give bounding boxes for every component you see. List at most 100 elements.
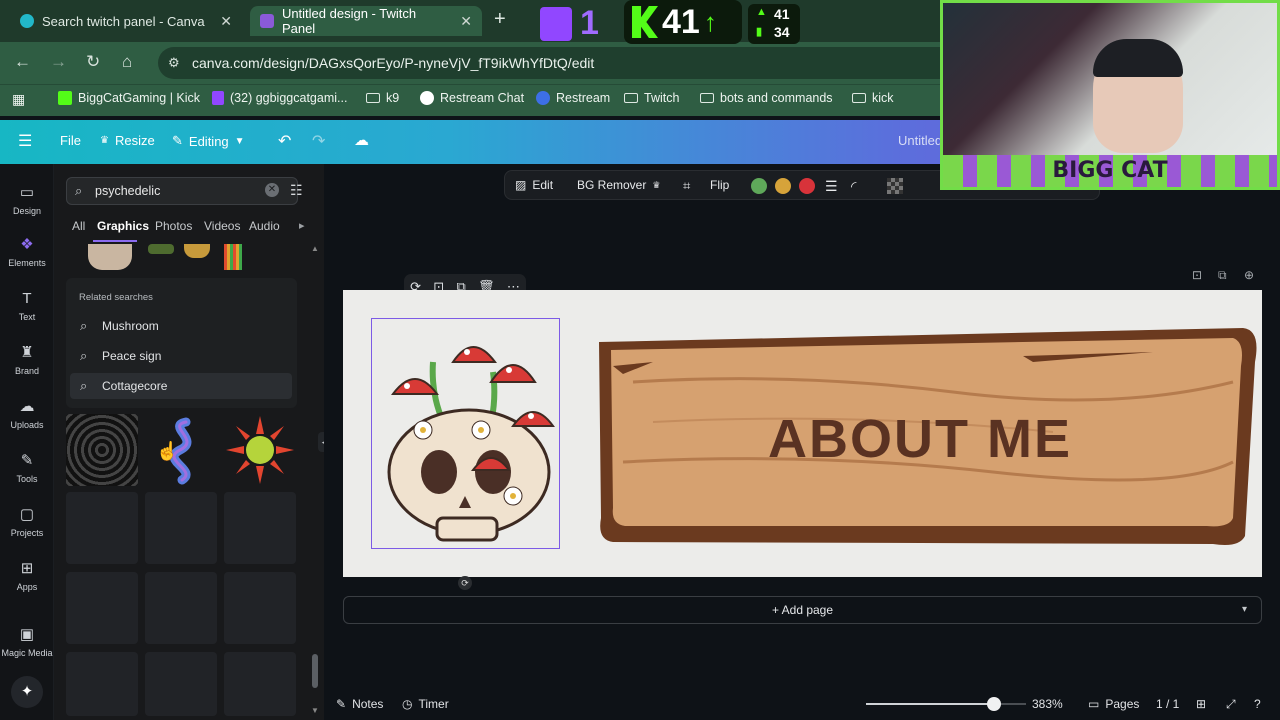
magic-assistant-icon[interactable]: ✦ [11,676,43,708]
redo-icon[interactable]: ↷ [312,131,325,151]
graphic-thumbnail-placeholder[interactable] [224,572,296,644]
grid-view-icon[interactable]: ⊞ [1196,697,1206,711]
edit-image-button[interactable]: ▨ Edit [515,178,553,192]
tab-all[interactable]: All [72,219,85,233]
close-tab-icon[interactable]: ✕ [460,13,472,30]
tab-graphics[interactable]: Graphics [97,219,149,233]
home-icon[interactable]: ⌂ [122,52,132,72]
bg-remover-button[interactable]: BG Remover ♛ [577,178,660,192]
about-me-heading[interactable]: ABOUT ME [768,408,1072,470]
forward-icon[interactable]: → [50,52,67,72]
graphic-thumbnail-placeholder[interactable] [66,652,138,716]
pencil-icon: ✎ [172,133,183,148]
graphic-thumbnail-placeholder[interactable] [66,572,138,644]
scroll-up-icon[interactable]: ▲ [311,244,319,253]
graphic-thumbnail-placeholder[interactable] [224,492,296,564]
address-bar[interactable]: ⚙ canva.com/design/DAGxsQorEyo/P-nyneVjV… [158,47,958,79]
color-swatch-gold[interactable] [775,178,791,194]
fullscreen-icon[interactable]: ⤢ [1226,697,1236,712]
scroll-down-icon[interactable]: ▼ [311,706,319,715]
duplicate-page-icon[interactable]: ⧉ [1218,268,1227,283]
related-search-cottagecore[interactable]: ⌕ Cottagecore [70,373,292,399]
graphic-thumbnail-placeholder[interactable] [145,652,217,716]
bookmark-restream-chat[interactable]: Restream Chat [420,91,524,105]
zoom-slider[interactable] [866,697,1026,711]
add-page-icon[interactable]: ⊕ [1244,268,1254,282]
resize-button[interactable]: ♛ Resize [100,133,155,148]
bookmark-kick[interactable]: BiggCatGaming | Kick [58,91,200,105]
clear-search-icon[interactable]: ✕ [265,183,279,197]
corner-rounding-icon[interactable]: ◜ [851,178,856,195]
rail-text[interactable]: T Text [0,290,54,322]
rail-design[interactable]: ▭ Design [0,184,54,216]
rail-magic-media[interactable]: ▣ Magic Media [0,626,54,658]
graphic-thumbnail[interactable] [148,244,174,254]
tab-search-twitch-panel[interactable]: Search twitch panel - Canva ✕ [10,6,242,36]
rail-apps[interactable]: ⊞ Apps [0,560,54,592]
tab-photos[interactable]: Photos [155,219,192,233]
add-page-button[interactable]: + Add page [343,596,1262,624]
selection-box[interactable] [371,318,560,549]
help-icon[interactable]: ? [1254,697,1261,711]
color-swatch-red[interactable] [799,178,815,194]
flip-button[interactable]: Flip [710,178,729,192]
graphic-thumbnail-placeholder[interactable] [145,572,217,644]
tab-videos[interactable]: Videos [204,219,240,233]
tab-audio[interactable]: Audio [249,219,280,233]
bookmark-restream[interactable]: Restream [536,91,610,105]
graphic-thumbnail-placeholder[interactable] [145,492,217,564]
document-title[interactable]: Untitled [898,133,942,148]
related-search-peace-sign[interactable]: ⌕ Peace sign [70,343,292,369]
graphic-sun-thumbnail[interactable] [224,414,296,486]
bookmark-bots-and-commands[interactable]: bots and commands [700,91,833,105]
apps-icon: ⊞ [20,560,34,577]
rail-brand[interactable]: ♜ Brand [0,344,54,376]
border-style-icon[interactable]: ☰ [825,178,838,195]
bookmark-twitch-ggbiggcat[interactable]: (32) ggbiggcatgami... [212,91,347,105]
site-info-icon[interactable]: ⚙ [168,55,180,71]
file-menu[interactable]: File [60,133,81,148]
rail-tools[interactable]: ✎ Tools [0,452,54,484]
search-input[interactable]: ⌕ psychedelic ✕ [66,177,298,205]
notes-button[interactable]: ✎ Notes [336,697,383,711]
lock-page-icon[interactable]: ⊡ [1192,268,1202,282]
back-icon[interactable]: ← [14,52,31,72]
chevron-down-icon[interactable]: ▾ [1242,604,1247,615]
rail-uploads[interactable]: ☁ Uploads [0,398,54,430]
graphic-thumbnail[interactable] [184,244,210,258]
rail-projects[interactable]: ▢ Projects [0,506,54,538]
rail-elements[interactable]: ❖ Elements [0,236,54,268]
undo-icon[interactable]: ↶ [278,131,291,151]
chevron-right-icon[interactable]: ▸ [299,219,305,232]
graphic-thumbnail-placeholder[interactable] [66,492,138,564]
zoom-level[interactable]: 383% [1032,697,1063,711]
scrollbar-thumb[interactable] [312,654,318,688]
close-tab-icon[interactable]: ✕ [220,13,232,30]
new-tab-icon[interactable]: + [494,8,506,31]
editing-mode-button[interactable]: ✎ Editing ▼ [172,133,245,149]
panel-scrollbar[interactable]: ▲ ▼ [311,244,319,715]
color-swatch-green[interactable] [751,178,767,194]
tab-untitled-design[interactable]: Untitled design - Twitch Panel ✕ [250,6,482,36]
graphic-thumbnail[interactable] [88,244,132,270]
graphic-thumbnail-placeholder[interactable] [224,652,296,716]
pages-button[interactable]: ▭ Pages [1088,697,1139,711]
reload-icon[interactable]: ↻ [86,52,100,72]
crop-icon[interactable]: ⌗ [683,178,690,194]
bookmark-k9[interactable]: k9 [366,91,399,105]
zoom-slider-handle[interactable] [987,697,1001,711]
timer-button[interactable]: ◷ Timer [402,697,449,711]
related-search-mushroom[interactable]: ⌕ Mushroom [70,313,292,339]
graphic-spiral-thumbnail[interactable] [66,414,138,486]
bookmark-kick-folder[interactable]: kick [852,91,894,105]
bookmark-twitch[interactable]: Twitch [624,91,679,105]
filter-icon[interactable]: ☷ [290,182,303,199]
transparency-icon[interactable] [887,178,903,194]
apps-grid-icon[interactable]: ▦ [12,91,25,108]
design-page[interactable]: ABOUT ME [343,290,1262,577]
tools-icon: ✎ [20,452,34,469]
cloud-save-icon[interactable]: ☁ [354,131,369,149]
menu-icon[interactable]: ☰ [18,131,32,151]
rotate-handle-icon[interactable]: ⟳ [458,576,472,590]
graphic-thumbnail[interactable] [224,244,242,270]
